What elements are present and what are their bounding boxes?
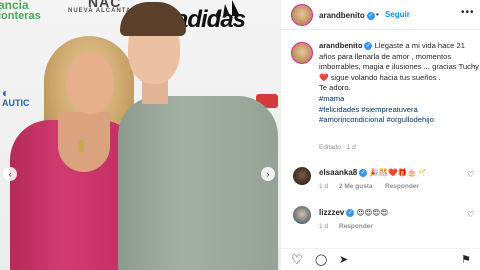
comment-text-line: lizzzev ✓ 😍😍😍😍 [319,208,388,217]
caption-body-3: Te adoro. [319,83,351,93]
post-photo[interactable]: ancia ionteras NAC NUEVA ALCANTARA adida… [0,0,280,270]
comment-reply-button[interactable]: Responder [385,183,419,190]
comment-like-icon[interactable]: ♡ [467,170,474,179]
comment-body: 😍😍😍😍 [356,208,389,217]
comment-time: 1 d [319,223,329,230]
comment-likes[interactable]: 2 Me gusta [339,183,373,190]
like-icon[interactable]: ♡ [291,253,303,267]
woman-necklace [78,140,84,152]
comment-text-line: elsaanka8 ✓ 🎉🎊❤️🎁🎂🥂 [319,168,426,177]
caption-username[interactable]: arandbenito [319,41,362,50]
backdrop-brand-1-line-2: ionteras [0,10,41,22]
comment-icon[interactable]: ◯ [315,253,327,267]
post-header: arandbenito ✓ • Seguir ••• [281,0,480,30]
woman-face [66,52,114,114]
author-username[interactable]: arandbenito ✓ [319,11,375,20]
comment-reply-button[interactable]: Responder [339,223,373,230]
previous-image-button[interactable]: ‹ [3,167,17,181]
comment-time: 1 d [319,183,329,190]
commenter-avatar[interactable] [293,167,311,185]
next-image-button[interactable]: › [261,167,275,181]
backdrop-brand-4: AUTIC [2,98,30,108]
author-avatar[interactable] [291,4,313,26]
post-action-bar: ♡ ◯ ➤ ⚑ [281,248,480,270]
post-side-panel: arandbenito ✓ • Seguir ••• arandbenito ✓ L… [280,0,480,270]
commenter-verified-icon: ✓ [346,209,355,217]
more-options-icon[interactable]: ••• [461,7,475,18]
comment-like-icon[interactable]: ♡ [467,210,474,219]
commenter-username[interactable]: elsaanka8 [319,168,357,177]
man-green-shirt [118,96,278,270]
author-username-text[interactable]: arandbenito [319,11,365,20]
follow-button[interactable]: Seguir [385,10,410,19]
caption-body-2: sigue volando hacia tus sueños . [328,72,441,82]
verified-icon: ✓ [366,11,375,20]
commenter-verified-icon: ✓ [359,169,368,177]
caption-verified-icon: ✓ [364,42,373,50]
hashtag-line-2[interactable]: #felicidades #siempreatuvera [319,105,418,114]
hashtag-line-1[interactable]: #mama [319,94,344,103]
hashtag-line-3[interactable]: #amorincondicional #orgullodehijo [319,115,434,124]
comment-body: 🎉🎊❤️🎁🎂🥂 [369,168,427,177]
caption-meta: Editado · 1 d [319,144,356,151]
woman-neckline [58,112,110,172]
caption-avatar[interactable] [291,42,313,64]
backdrop-brand-1-line-1: ancia [0,0,29,12]
caption-text: arandbenito ✓ Llegaste a mi vida hace 21 … [319,41,479,126]
save-icon[interactable]: ⚑ [461,253,471,267]
share-icon[interactable]: ➤ [339,253,348,267]
commenter-avatar[interactable] [293,206,311,224]
separator-dot: • [376,10,379,19]
commenter-username[interactable]: lizzzev [319,208,344,217]
